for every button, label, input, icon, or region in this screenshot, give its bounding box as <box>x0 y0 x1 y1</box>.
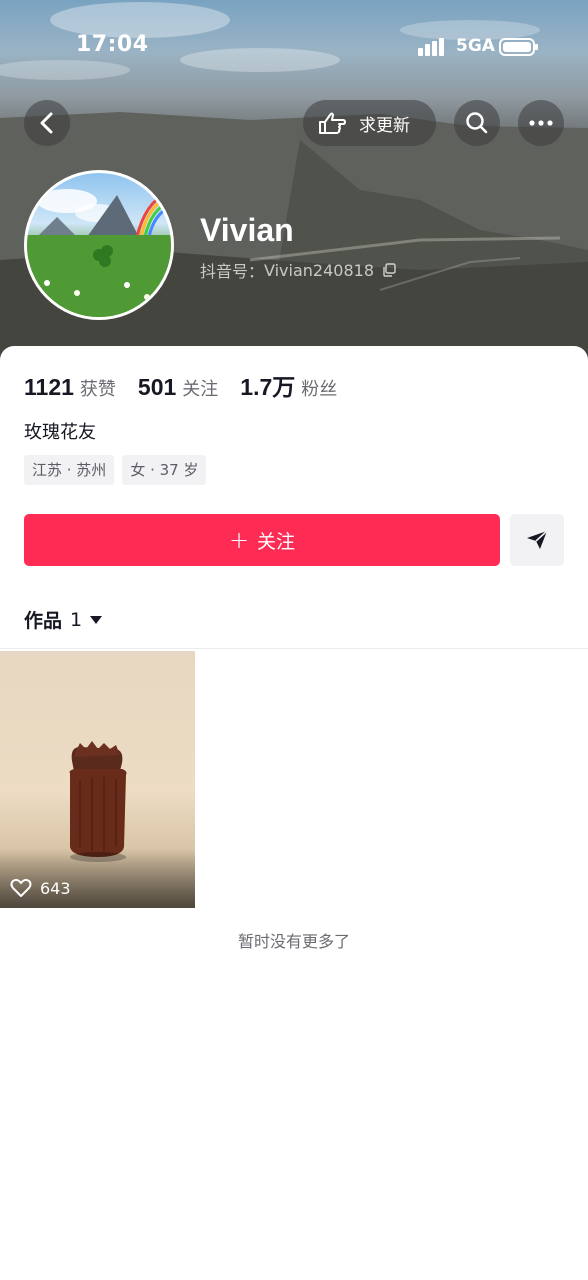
signal-icon <box>418 38 444 56</box>
stat-value: 1.7万 <box>240 374 296 400</box>
avatar-image <box>27 189 171 317</box>
stat-label: 粉丝 <box>301 379 338 400</box>
video-likes-count: 643 <box>40 878 71 898</box>
search-button[interactable] <box>454 100 500 146</box>
caret-down-icon <box>90 615 103 624</box>
no-more-text: 暂时没有更多了 <box>237 932 350 951</box>
network-type: 5GA <box>456 36 495 56</box>
back-button[interactable] <box>24 100 70 146</box>
douyin-id[interactable]: 抖音号： Vivian240818 <box>200 258 396 282</box>
gender-age-tag: 女 · 37 岁 <box>122 455 207 485</box>
stat-followers[interactable]: 1.7万 粉丝 <box>240 368 337 402</box>
works-tab-count: 1 <box>70 608 83 631</box>
plus-icon: + <box>228 526 250 554</box>
stat-label: 关注 <box>182 379 219 400</box>
status-time: 17:04 <box>76 32 149 57</box>
douyin-id-label: 抖音号： <box>200 262 265 281</box>
username: Vivian <box>200 212 294 248</box>
copy-icon[interactable] <box>382 263 396 277</box>
follow-button[interactable]: + 关注 <box>24 514 500 566</box>
stat-value: 1121 <box>24 374 74 400</box>
back-icon <box>40 112 53 134</box>
profile-stats: 1121 获赞 501 关注 1.7万 粉丝 <box>24 368 359 402</box>
douyin-id-value: Vivian240818 <box>264 260 374 280</box>
share-button[interactable] <box>510 514 564 566</box>
more-icon <box>529 120 553 126</box>
profile-tags: 江苏 · 苏州 女 · 37 岁 <box>24 455 214 485</box>
share-arrow-icon <box>527 530 548 549</box>
avatar[interactable] <box>24 170 174 320</box>
pointing-hand-icon <box>319 112 346 134</box>
follow-label: 关注 <box>257 530 296 553</box>
tab-works[interactable]: 作品 1 <box>24 606 103 633</box>
stat-following[interactable]: 501 关注 <box>138 374 218 401</box>
heart-icon <box>10 878 32 897</box>
location-tag: 江苏 · 苏州 <box>24 455 115 485</box>
stat-label: 获赞 <box>79 379 116 400</box>
tab-divider <box>0 648 588 649</box>
battery-icon <box>499 38 538 56</box>
profile-card: 1121 获赞 501 关注 1.7万 粉丝 玫瑰花友 江苏 · 苏州 女 · … <box>0 346 588 1280</box>
video-likes: 643 <box>10 878 71 898</box>
works-tab-label: 作品 <box>24 610 63 632</box>
video-thumbnail[interactable]: 643 <box>0 651 195 908</box>
stat-likes[interactable]: 1121 获赞 <box>24 374 116 401</box>
more-button[interactable] <box>518 100 564 146</box>
request-update-label: 求更新 <box>359 115 410 136</box>
profile-bio: 玫瑰花友 <box>24 422 96 443</box>
stat-value: 501 <box>137 374 177 400</box>
search-icon <box>466 112 488 134</box>
status-bar: 17:04 5GA <box>0 30 588 66</box>
request-update-button[interactable]: 求更新 <box>303 100 436 146</box>
